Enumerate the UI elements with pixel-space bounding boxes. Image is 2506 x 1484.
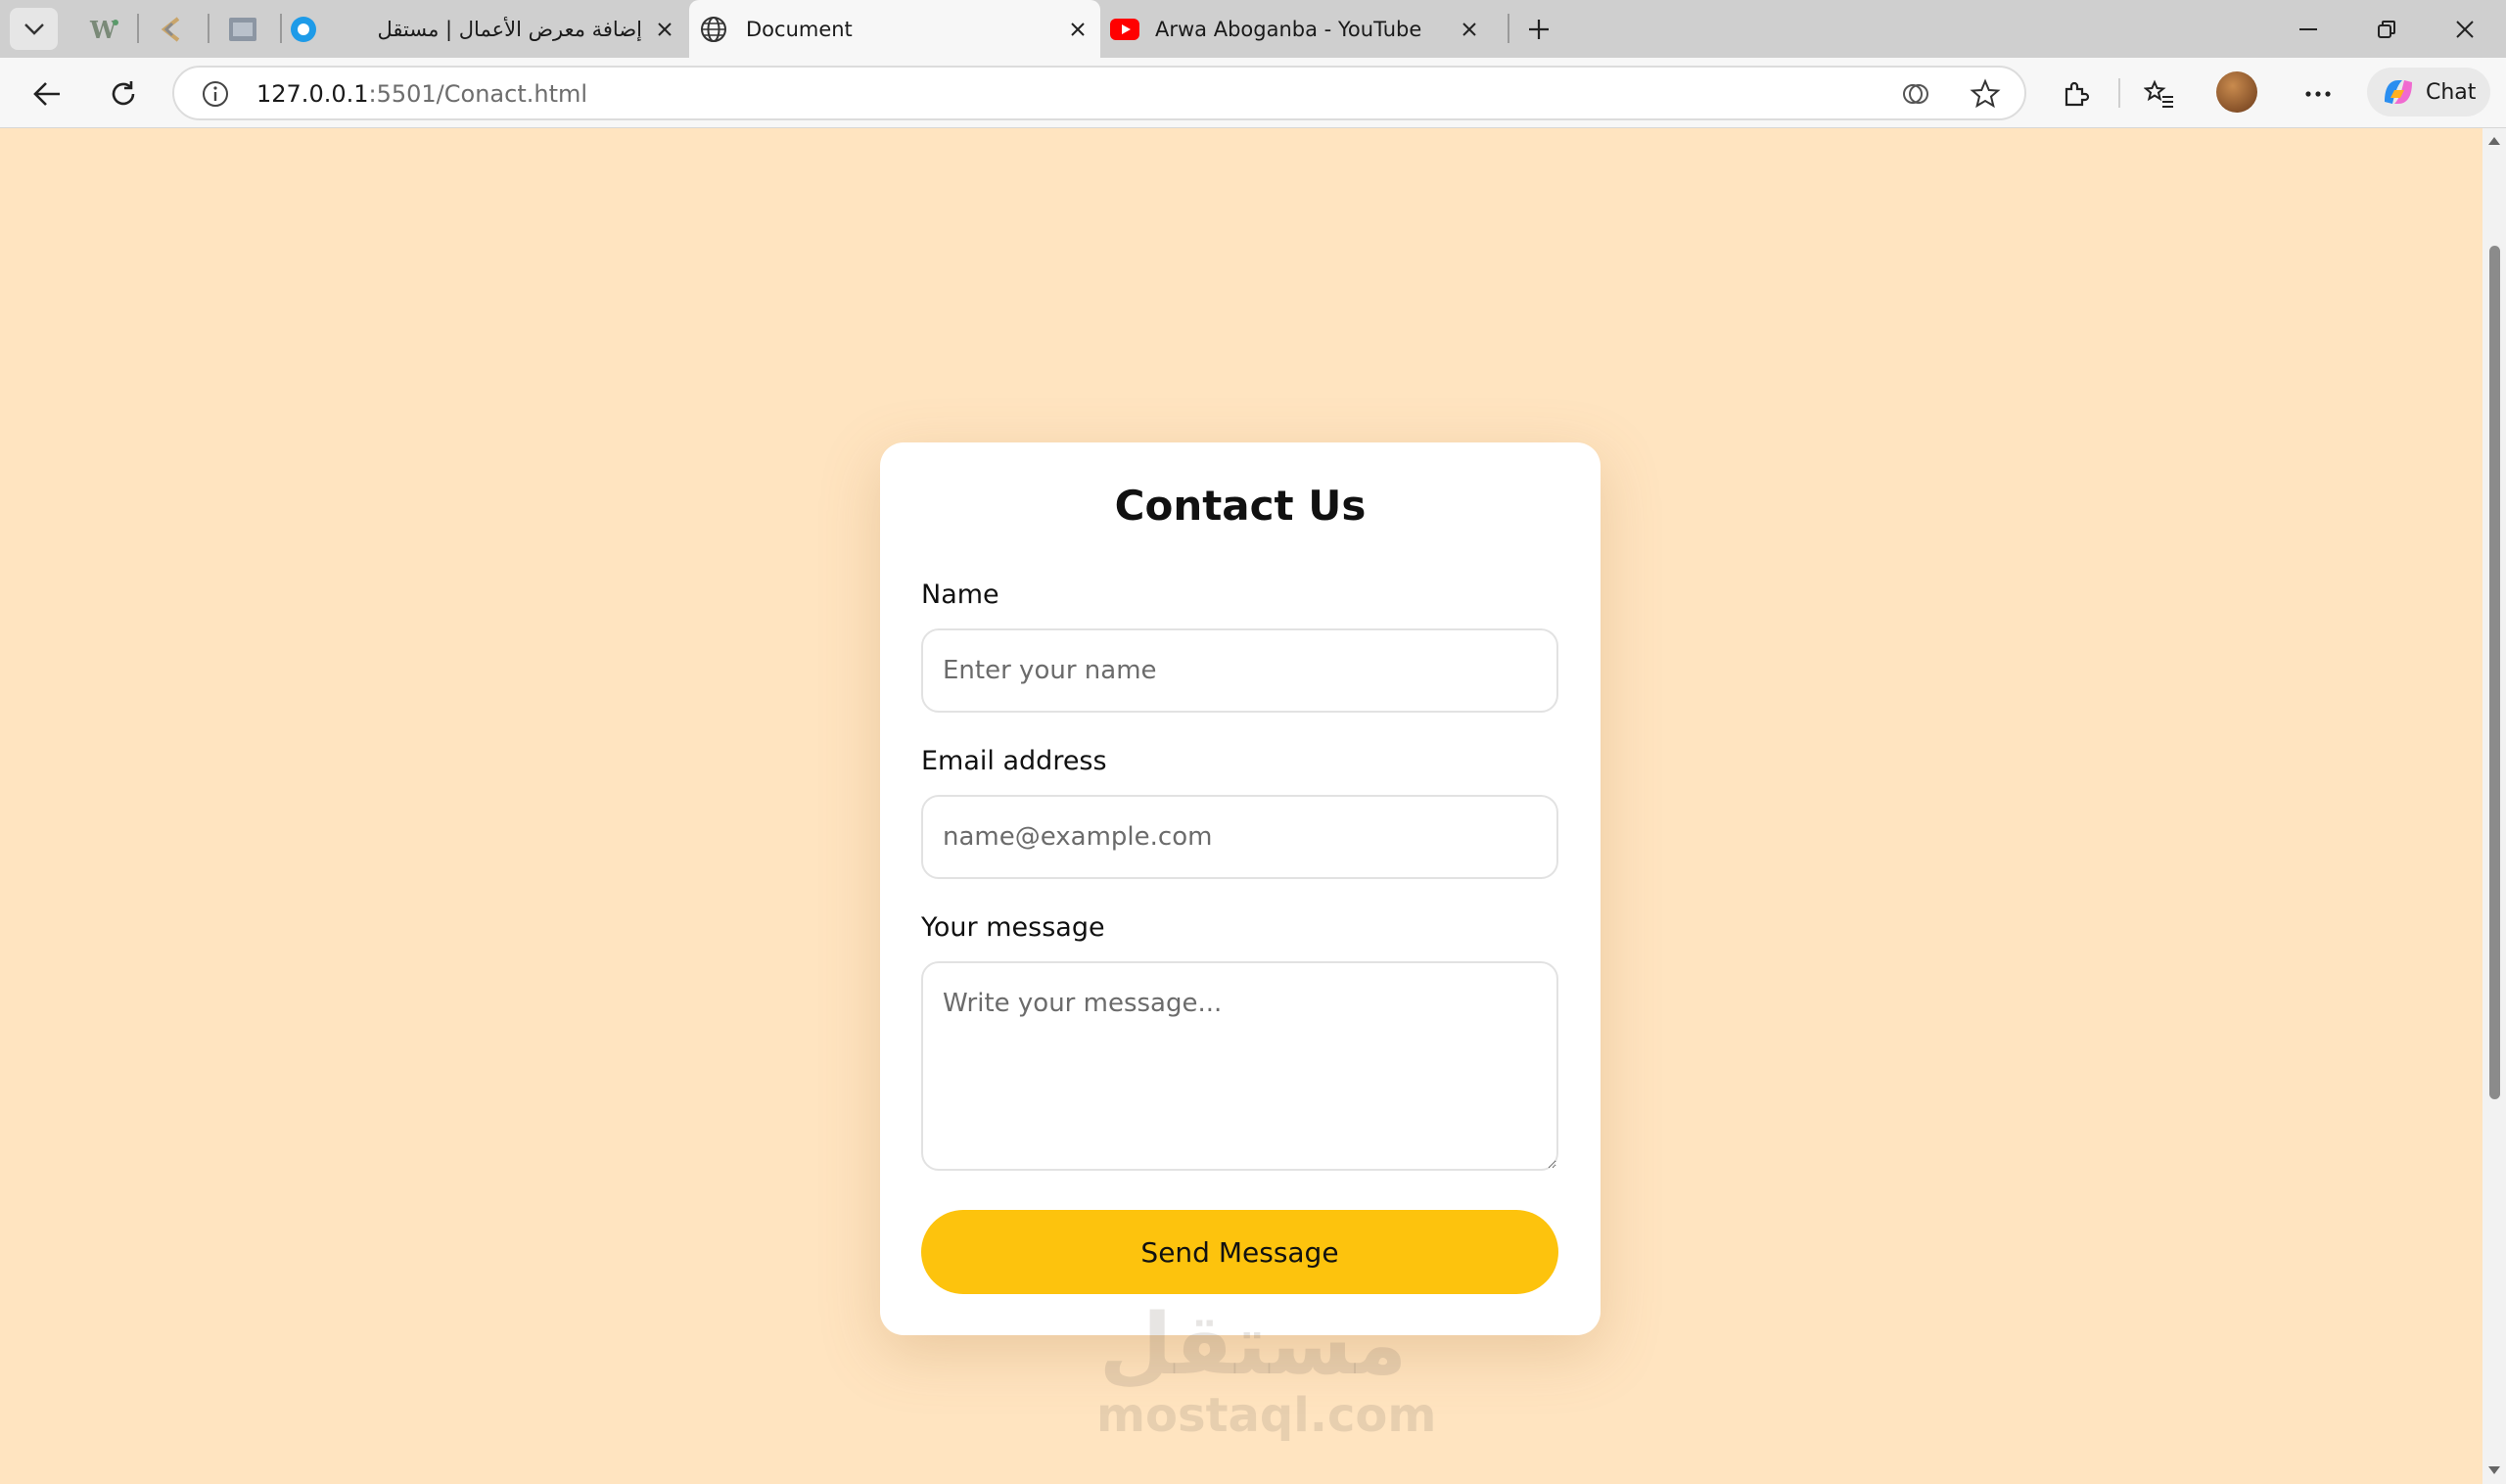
w-site-icon: W [89,17,118,42]
pinned-tab-w[interactable]: W [84,10,123,49]
k-site-icon [161,17,180,42]
puzzle-icon [2065,81,2090,107]
arrow-left-icon [33,82,60,106]
restore-button[interactable] [2347,0,2426,58]
close-icon [1071,22,1085,36]
scroll-up-arrow[interactable] [2486,134,2502,148]
triangle-down-icon [2488,1466,2500,1474]
toolbar-separator [2118,78,2120,108]
scroll-down-arrow[interactable] [2486,1463,2502,1477]
message-label: Your message [921,912,1105,943]
reload-button[interactable] [100,70,147,117]
youtube-icon [1110,18,1139,40]
pinned-tab-blue[interactable] [284,10,323,49]
triangle-up-icon [2488,137,2500,145]
url-text[interactable]: 127.0.0.1:5501/Conact.html [256,80,587,108]
favorites-list-icon [2144,79,2173,108]
tab-separator [208,14,209,43]
tab-actions-menu-button[interactable] [10,8,58,50]
tab-separator [137,14,139,43]
contact-form-card: Contact Us Name Email address Your messa… [880,442,1601,1335]
tab-title: إضافة معرض الأعمال | مستقل [377,17,642,41]
close-icon [658,22,672,36]
circle-site-icon [291,17,316,42]
email-input[interactable] [921,795,1558,879]
tab-close-button[interactable] [650,15,679,44]
close-icon [2456,20,2474,38]
favorites-button[interactable] [2136,70,2183,117]
tab-strip: W إضافة معرض الأعمال | مستقل Document Ar… [0,0,2506,58]
tab-document[interactable]: Document [689,0,1100,58]
tab-mostaql[interactable]: إضافة معرض الأعمال | مستقل [323,0,685,58]
url-host: 127.0.0.1 [256,80,369,108]
name-input[interactable] [921,628,1558,713]
email-label: Email address [921,746,1107,776]
tab-title: Document [746,17,853,41]
restore-icon [2378,20,2395,38]
tab-separator [1508,14,1509,43]
back-button[interactable] [23,70,70,117]
tab-title: Arwa Aboganba - YouTube [1155,17,1422,41]
close-icon [1462,22,1476,36]
form-title: Contact Us [1114,482,1367,530]
message-textarea[interactable] [921,961,1558,1171]
tab-separator [280,14,282,43]
browser-toolbar: 127.0.0.1:5501/Conact.html Chat [0,58,2506,128]
tab-youtube[interactable]: Arwa Aboganba - YouTube [1104,0,1496,58]
minimize-icon [2299,27,2317,30]
extensions-button[interactable] [2052,70,2099,117]
vertical-scrollbar[interactable] [2483,128,2506,1484]
address-bar[interactable]: 127.0.0.1:5501/Conact.html [172,66,2026,120]
close-window-button[interactable] [2426,0,2504,58]
copilot-icon [2385,80,2412,104]
globe-icon [701,16,726,42]
bitly-site-icon [229,18,256,41]
more-horizontal-icon [2305,91,2331,97]
refresh-icon [112,81,135,106]
url-path: :5501/Conact.html [368,80,588,108]
new-tab-button[interactable] [1519,10,1558,49]
watermark-latin: mostaql.com [1096,1388,1437,1443]
star-icon[interactable] [1970,78,2001,110]
translate-icon[interactable] [1901,79,1930,109]
send-message-button[interactable]: Send Message [921,1210,1558,1294]
minimize-button[interactable] [2269,0,2347,58]
svg-text:W: W [89,17,117,42]
copilot-chat-button[interactable]: Chat [2367,68,2490,116]
scroll-thumb[interactable] [2489,246,2500,1099]
name-label: Name [921,580,999,610]
plus-icon [1529,20,1549,39]
watermark-arabic: مستقل [1098,1296,1408,1394]
profile-avatar[interactable] [2216,71,2257,113]
settings-menu-button[interactable] [2295,70,2342,117]
chat-label: Chat [2426,79,2477,105]
pinned-tab-k[interactable] [151,10,190,49]
tab-close-button[interactable] [1063,15,1092,44]
tab-close-button[interactable] [1455,15,1484,44]
info-icon[interactable] [202,80,229,108]
watermark: مستقل mostaql.com [1096,1296,1437,1443]
chevron-down-icon [23,23,44,35]
pinned-tab-bitly[interactable] [223,10,262,49]
